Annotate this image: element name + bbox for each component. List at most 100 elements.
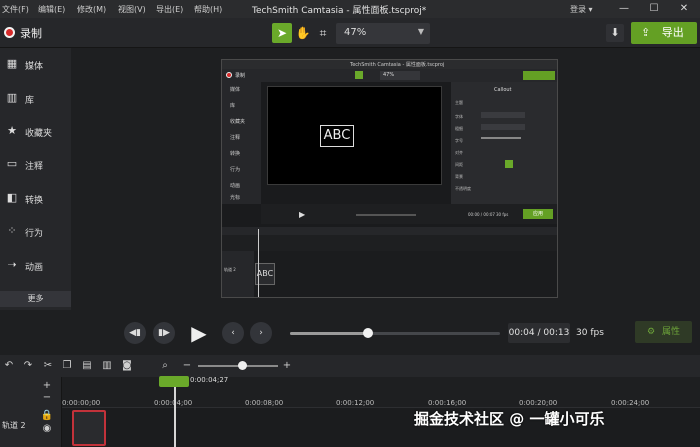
nested-sidebar-item: 行为 bbox=[230, 167, 241, 173]
nested-sidebar-item: 注释 bbox=[230, 135, 241, 141]
playhead[interactable] bbox=[174, 380, 176, 447]
time-display: 00:04 / 00:13 bbox=[508, 323, 570, 343]
timeline-tick-label: 0:00:24;00 bbox=[611, 399, 650, 407]
nested-title: TechSmith Camtasia - 属性面板.tscproj bbox=[350, 62, 445, 68]
nested-callout-text: ABC bbox=[320, 125, 354, 147]
sidebar-item-favorites[interactable]: ★ 收藏夹 bbox=[0, 117, 71, 147]
sidebar-item-label: 媒体 bbox=[25, 62, 44, 72]
menu-file[interactable]: 文件(F) bbox=[2, 4, 29, 15]
menu-modify[interactable]: 修改(M) bbox=[77, 4, 106, 15]
nested-sidebar-item: 库 bbox=[230, 103, 236, 109]
nested-props-toggle bbox=[505, 160, 513, 168]
zoom-select[interactable]: 47% ▼ bbox=[336, 23, 430, 44]
split-icon[interactable]: ▥ bbox=[100, 359, 114, 373]
remove-track-icon[interactable]: − bbox=[40, 391, 54, 405]
sidebar-item-library[interactable]: ▥ 库 bbox=[0, 84, 71, 114]
crop-tool-icon[interactable]: ⌗ bbox=[313, 23, 333, 43]
record-icon[interactable] bbox=[4, 27, 15, 38]
canvas-frame[interactable]: TechSmith Camtasia - 属性面板.tscproj 录制 47%… bbox=[221, 59, 558, 298]
export-button[interactable]: ⇪ 导出 bbox=[631, 22, 697, 44]
gear-icon: ⚙ bbox=[647, 327, 656, 337]
nested-fps: 30 fps bbox=[496, 212, 509, 217]
nested-play-icon: ▶ bbox=[299, 210, 306, 219]
copy-icon[interactable]: ❐ bbox=[60, 359, 74, 373]
lock-icon[interactable]: 🔒 bbox=[40, 409, 54, 423]
sidebar-item-annotations[interactable]: ▭ 注释 bbox=[0, 150, 71, 180]
track-label: 轨道 2 bbox=[2, 421, 26, 430]
step-forward-icon[interactable]: ▮▶ bbox=[153, 322, 175, 344]
next-icon[interactable]: › bbox=[250, 322, 272, 344]
paste-icon[interactable]: ▤ bbox=[80, 359, 94, 373]
timeline-tick-label: 0:00:16;00 bbox=[428, 399, 467, 407]
minimize-button[interactable]: — bbox=[610, 1, 638, 17]
playhead-handle[interactable] bbox=[159, 376, 189, 387]
menu-help[interactable]: 帮助(H) bbox=[194, 4, 222, 15]
player-bar: ◀▮ ▮▶ ▶ ‹ › 00:04 / 00:13 30 fps ⚙ 属性 bbox=[0, 310, 700, 355]
nested-preview: ABC bbox=[267, 86, 442, 185]
nested-select-tool-icon bbox=[355, 71, 363, 79]
previous-icon[interactable]: ‹ bbox=[222, 322, 244, 344]
pan-tool-icon[interactable]: ✋ bbox=[293, 23, 313, 43]
more-button[interactable]: 更多 bbox=[0, 291, 71, 307]
close-button[interactable]: ✕ bbox=[670, 1, 698, 17]
sidebar-item-label: 行为 bbox=[25, 229, 44, 239]
timeline-toolbar: ↶ ↷ ✂ ❐ ▤ ▥ ◙ ⌕ − + bbox=[0, 355, 700, 377]
star-icon: ★ bbox=[7, 124, 17, 137]
nested-props-row: 背景 bbox=[455, 174, 463, 179]
timeline-ruler[interactable]: 0:00:00;00 0:00:04;00 0:00:08;00 0:00:12… bbox=[0, 377, 700, 407]
properties-label: 属性 bbox=[661, 327, 680, 337]
transition-icon: ◧ bbox=[6, 191, 18, 204]
film-strip-icon: ▦ bbox=[6, 57, 18, 70]
visibility-icon[interactable]: ◉ bbox=[40, 422, 54, 436]
timeline-clip[interactable] bbox=[72, 410, 106, 446]
timeline-zoom-handle[interactable] bbox=[238, 361, 247, 370]
scrub-progress bbox=[290, 332, 368, 335]
scrub-track[interactable] bbox=[290, 328, 500, 338]
nested-sidebar-item: 光标 bbox=[230, 195, 241, 201]
zoom-value: 47% bbox=[344, 27, 367, 38]
record-button-label[interactable]: 录制 bbox=[20, 25, 42, 41]
sidebar-item-behaviors[interactable]: ⁘ 行为 bbox=[0, 217, 71, 247]
nested-menu-bar: TechSmith Camtasia - 属性面板.tscproj bbox=[222, 60, 557, 69]
sidebar: ▦ 媒体 ▥ 库 ★ 收藏夹 ▭ 注释 ◧ 转换 ⁘ 行为 ➝ 动画 更多 bbox=[0, 48, 71, 310]
menu-view[interactable]: 视图(V) bbox=[118, 4, 146, 15]
play-icon[interactable]: ▶ bbox=[186, 320, 212, 346]
nested-toolbar: 录制 47% bbox=[222, 69, 557, 82]
maximize-button[interactable]: ☐ bbox=[640, 1, 668, 17]
properties-button[interactable]: ⚙ 属性 bbox=[635, 321, 692, 343]
nested-export-button bbox=[523, 71, 555, 80]
sidebar-item-transitions[interactable]: ◧ 转换 bbox=[0, 184, 71, 214]
library-icon: ▥ bbox=[6, 91, 18, 104]
sidebar-item-animations[interactable]: ➝ 动画 bbox=[0, 251, 71, 281]
menu-bar: 文件(F) 编辑(E) 修改(M) 视图(V) 导出(E) 帮助(H) Tech… bbox=[0, 0, 700, 18]
main-toolbar: 录制 ➤ ✋ ⌗ 47% ▼ ⬇ ⇪ 导出 bbox=[0, 18, 700, 48]
sidebar-item-media[interactable]: ▦ 媒体 bbox=[0, 50, 71, 80]
track-header: + − 🔒 ◉ bbox=[0, 377, 62, 447]
menu-export[interactable]: 导出(E) bbox=[156, 4, 183, 15]
cut-icon[interactable]: ✂ bbox=[41, 359, 55, 373]
nested-props-row: 不透明度 bbox=[455, 186, 471, 191]
zoom-search-icon[interactable]: ⌕ bbox=[158, 359, 172, 373]
nested-scrub-track bbox=[356, 214, 416, 216]
select-tool-icon[interactable]: ➤ bbox=[272, 23, 292, 43]
login-menu[interactable]: 登录 ▾ bbox=[570, 4, 593, 15]
step-back-icon[interactable]: ◀▮ bbox=[124, 322, 146, 344]
nested-props-row: 字体 bbox=[455, 114, 463, 119]
nested-track-label: 轨道 2 bbox=[224, 267, 236, 272]
nested-apply-button: 应用 bbox=[523, 209, 553, 219]
canvas-area[interactable]: TechSmith Camtasia - 属性面板.tscproj 录制 47%… bbox=[71, 48, 700, 310]
undo-icon[interactable]: ↶ bbox=[2, 359, 16, 373]
zoom-out-icon[interactable]: − bbox=[180, 359, 194, 373]
zoom-in-icon[interactable]: + bbox=[280, 359, 294, 373]
nested-sidebar-item: 动画 bbox=[230, 183, 241, 189]
nested-record-label: 录制 bbox=[235, 73, 246, 79]
scrub-handle[interactable] bbox=[362, 328, 373, 338]
fps-label: 30 fps bbox=[576, 328, 604, 338]
timeline-tick-label: 0:00:20;00 bbox=[519, 399, 558, 407]
sidebar-item-label: 转换 bbox=[25, 196, 44, 206]
snapshot-icon[interactable]: ◙ bbox=[120, 359, 134, 373]
redo-icon[interactable]: ↷ bbox=[21, 359, 35, 373]
menu-edit[interactable]: 编辑(E) bbox=[38, 4, 65, 15]
download-icon[interactable]: ⬇ bbox=[606, 24, 624, 42]
nested-player: ▶ 00:00 / 00:07 30 fps 应用 bbox=[261, 204, 557, 224]
